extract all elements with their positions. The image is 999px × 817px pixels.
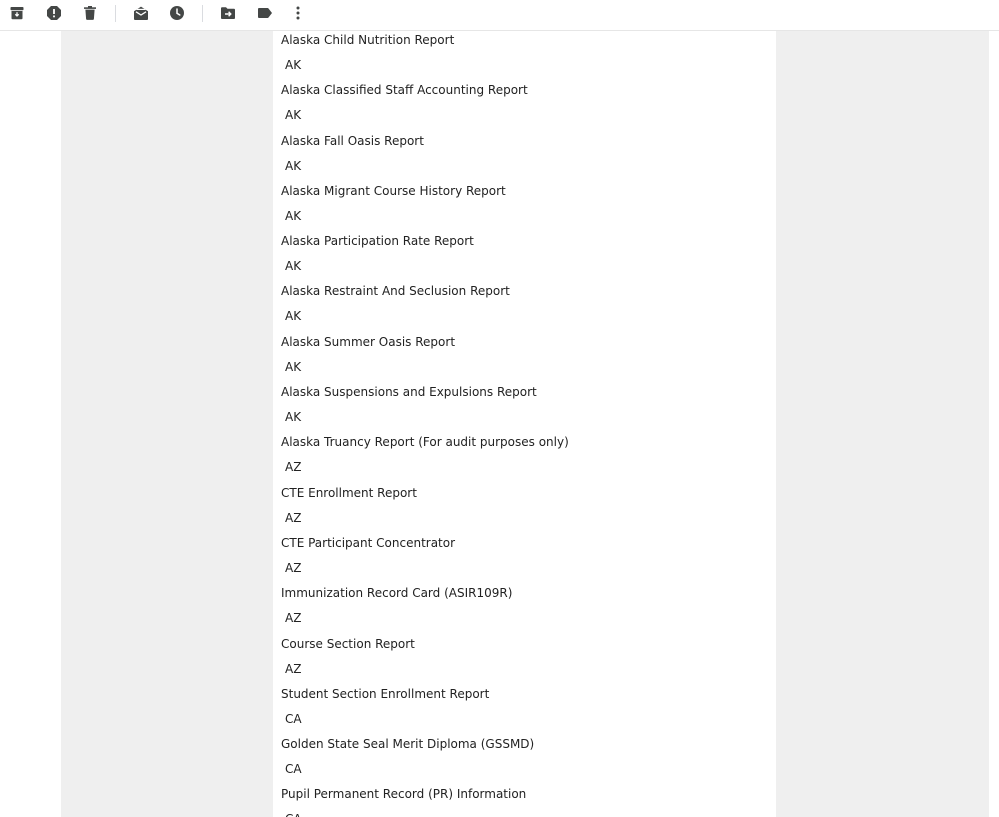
archive-icon <box>10 7 24 20</box>
report-state-code: AZ <box>285 560 302 575</box>
right-gutter <box>776 31 989 817</box>
report-state-code: AZ <box>285 510 302 525</box>
report-list: Alaska Child Nutrition Report AK Alaska Cl… <box>281 31 776 817</box>
message-content[interactable]: Alaska Child Nutrition Report AK Alaska Cl… <box>273 31 776 817</box>
report-title[interactable]: Alaska Migrant Course History Report <box>281 183 506 199</box>
report-state-code: AK <box>285 359 302 374</box>
message-body-area: Alaska Child Nutrition Report AK Alaska Cl… <box>0 31 999 817</box>
report-list-item: Student Section Enrollment Report CA <box>281 686 776 736</box>
report-state-code: AK <box>285 158 302 173</box>
report-list-item: Alaska Child Nutrition Report AK <box>281 32 776 82</box>
report-list-item: Alaska Participation Rate Report AK <box>281 233 776 283</box>
more-options-icon <box>296 6 300 20</box>
report-list-item: Immunization Record Card (ASIR109R) AZ <box>281 585 776 635</box>
report-list-item: CTE Enrollment Report AZ <box>281 485 776 535</box>
report-title[interactable]: Student Section Enrollment Report <box>281 686 489 702</box>
mark-as-read-icon <box>134 6 148 20</box>
report-state-code: AZ <box>285 460 302 475</box>
report-list-item: Alaska Fall Oasis Report AK <box>281 133 776 183</box>
report-title[interactable]: CTE Participant Concentrator <box>281 535 455 551</box>
mark-as-read-button[interactable] <box>130 2 152 24</box>
report-state-code: AK <box>285 309 302 324</box>
report-list-item: Alaska Summer Oasis Report AK <box>281 334 776 384</box>
report-state-code: CA <box>285 711 302 726</box>
report-list-item: Pupil Permanent Record (PR) Information C… <box>281 786 776 817</box>
label-button[interactable] <box>254 2 276 24</box>
report-list-item: Golden State Seal Merit Diploma (GSSMD) C… <box>281 736 776 786</box>
delete-icon <box>84 6 96 20</box>
move-to-icon <box>221 7 235 19</box>
report-state-code: AK <box>285 259 302 274</box>
report-state-code: CA <box>285 762 302 777</box>
report-title[interactable]: Alaska Child Nutrition Report <box>281 32 454 48</box>
report-title[interactable]: Alaska Truancy Report (For audit purpose… <box>281 434 569 450</box>
report-state-code: AK <box>285 58 302 72</box>
snooze-icon <box>170 6 184 20</box>
report-title[interactable]: Golden State Seal Merit Diploma (GSSMD) <box>281 736 534 752</box>
report-title[interactable]: Pupil Permanent Record (PR) Information <box>281 786 526 802</box>
report-title[interactable]: Alaska Participation Rate Report <box>281 233 474 249</box>
report-state-code: AK <box>285 208 302 223</box>
report-list-item: Alaska Migrant Course History Report AK <box>281 183 776 233</box>
move-to-button[interactable] <box>217 2 239 24</box>
report-list-item: Alaska Suspensions and Expulsions Report… <box>281 384 776 434</box>
report-state-code: AZ <box>285 611 302 626</box>
report-state-code: CA <box>285 811 302 817</box>
report-title[interactable]: Alaska Restraint And Seclusion Report <box>281 283 510 299</box>
label-icon <box>258 8 272 18</box>
snooze-button[interactable] <box>166 2 188 24</box>
report-state-code: AK <box>285 410 302 425</box>
report-title[interactable]: Immunization Record Card (ASIR109R) <box>281 585 512 601</box>
report-spam-button[interactable] <box>43 2 65 24</box>
report-list-item: CTE Participant Concentrator AZ <box>281 535 776 585</box>
report-list-item: Alaska Classified Staff Accounting Repor… <box>281 82 776 132</box>
message-toolbar <box>0 0 999 31</box>
report-title[interactable]: Alaska Classified Staff Accounting Repor… <box>281 82 528 98</box>
report-list-item: Alaska Truancy Report (For audit purpose… <box>281 434 776 484</box>
report-state-code: AZ <box>285 661 302 676</box>
report-list-item: Course Section Report AZ <box>281 636 776 686</box>
report-state-code: AK <box>285 108 302 123</box>
more-options-button[interactable] <box>287 2 309 24</box>
report-list-item: Alaska Restraint And Seclusion Report AK <box>281 283 776 333</box>
archive-button[interactable] <box>6 2 28 24</box>
report-title[interactable]: Course Section Report <box>281 636 415 652</box>
left-gutter <box>61 31 273 817</box>
report-title[interactable]: CTE Enrollment Report <box>281 485 417 501</box>
report-title[interactable]: Alaska Summer Oasis Report <box>281 334 455 350</box>
toolbar-divider <box>115 5 116 22</box>
delete-button[interactable] <box>79 2 101 24</box>
report-spam-icon <box>47 6 61 20</box>
report-title[interactable]: Alaska Suspensions and Expulsions Report <box>281 384 537 400</box>
report-title[interactable]: Alaska Fall Oasis Report <box>281 133 424 149</box>
toolbar-divider <box>202 5 203 22</box>
